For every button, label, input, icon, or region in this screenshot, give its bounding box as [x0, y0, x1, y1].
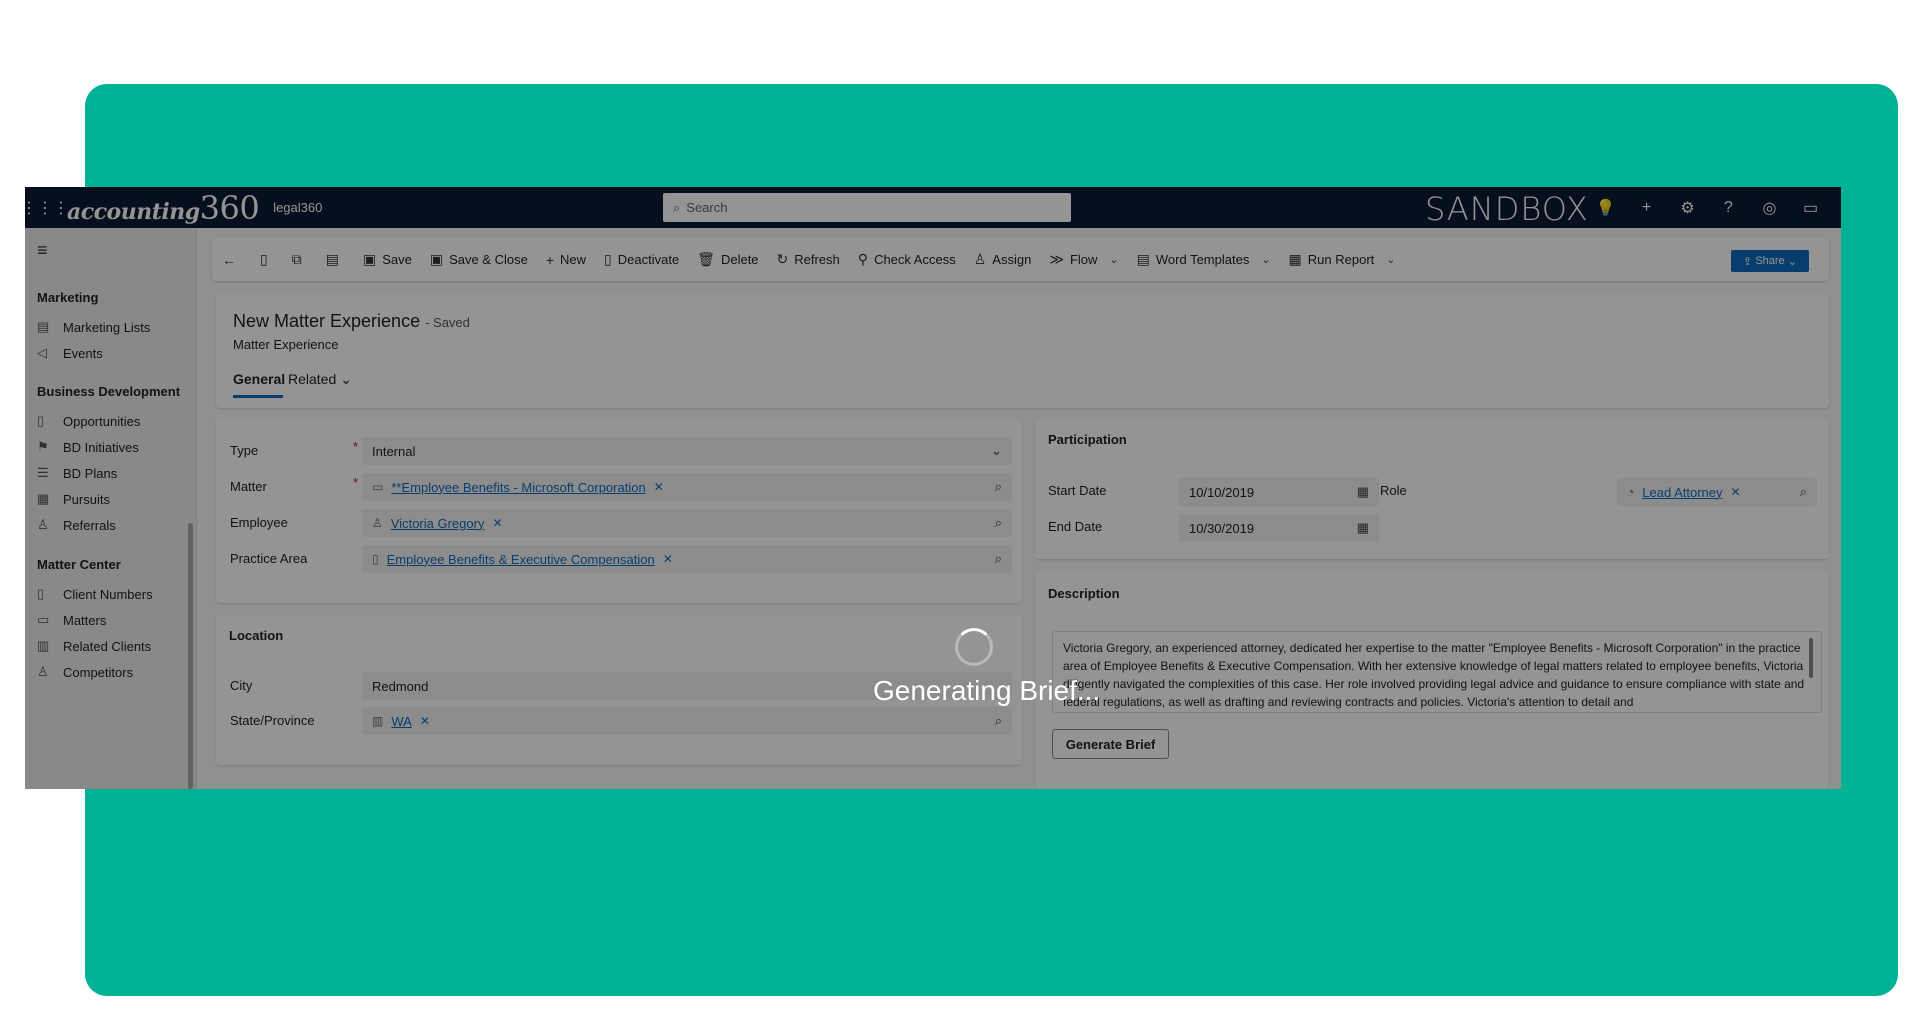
app-window: ⋮⋮⋮ accounting360 legal360 ⌕ Search SAND… [25, 187, 1841, 789]
loading-text: Generating Brief... [873, 675, 1101, 706]
loading-spinner-icon [955, 628, 993, 666]
